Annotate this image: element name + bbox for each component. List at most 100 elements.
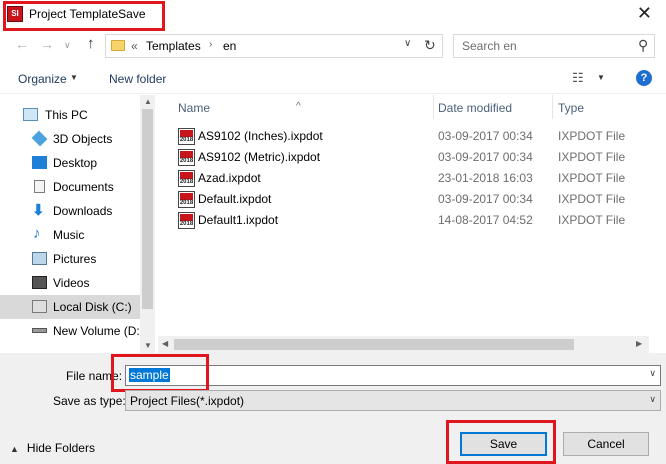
scroll-left-icon[interactable]: ◀ [162,339,168,348]
view-options-icon[interactable]: ☷ [572,70,584,86]
chevron-down-icon[interactable]: ∨ [649,394,656,405]
file-date: 03-09-2017 00:34 [438,129,533,143]
sidebar-item-label: Videos [53,276,90,290]
file-type: IXPDOT File [558,192,626,206]
desktop-icon [32,156,47,169]
back-arrow-icon[interactable]: ← [15,36,29,52]
column-header-label: Name [178,101,211,115]
navigation-pane: This PC 3D Objects Desktop Documents ⬇ D… [0,95,155,353]
address-row: ← → ∨ ↑ « Templates › en ∨ ↻ Search en ⚲ [0,32,666,60]
column-header-label: Date modified [438,101,513,115]
cancel-button[interactable]: Cancel [563,432,649,456]
file-list-vertical-scrollbar[interactable] [649,95,666,353]
sidebar-item-this-pc[interactable]: This PC [0,103,140,127]
file-name: AS9102 (Inches).ixpdot [198,129,323,143]
file-type: IXPDOT File [558,171,626,185]
folder-icon [111,40,125,51]
sidebar-item-downloads[interactable]: ⬇ Downloads [0,199,140,223]
sidebar-item-local-disk[interactable]: Local Disk (C:) [0,295,140,319]
sidebar-item-new-volume[interactable]: New Volume (D: [0,319,140,343]
sidebar-item-3d-objects[interactable]: 3D Objects [0,127,140,151]
refresh-icon[interactable]: ↻ [424,37,436,54]
column-header-type[interactable]: Type [553,95,648,119]
scroll-right-icon[interactable]: ▶ [636,339,642,348]
sidebar-item-videos[interactable]: Videos [0,271,140,295]
ixpdot-file-icon [178,149,195,166]
save-as-type-value: Project Files(*.ixpdot) [130,394,245,408]
view-dropdown-icon[interactable]: ▼ [597,73,605,82]
breadcrumb-separator-icon[interactable]: › [209,39,212,50]
title-bar: SI Project TemplateSave ✕ [0,0,666,31]
drive-icon [32,328,47,333]
hide-folders-toggle[interactable]: ▲ Hide Folders [10,441,95,455]
file-row[interactable]: Default1.ixpdot 14-08-2017 04:52 IXPDOT … [158,210,648,231]
hide-folders-label: Hide Folders [26,441,95,455]
file-date: 14-08-2017 04:52 [438,213,533,227]
save-highlight-box [446,420,556,464]
organize-dropdown-icon[interactable]: ▼ [70,73,78,82]
close-icon[interactable]: ✕ [637,3,652,24]
column-header-label: Type [558,101,585,115]
drive-icon [32,300,47,313]
file-name: AS9102 (Metric).ixpdot [198,150,321,164]
address-dropdown-icon[interactable]: ∨ [404,38,411,49]
sidebar-item-label: Local Disk (C:) [53,300,132,314]
sidebar-item-label: This PC [45,108,88,122]
scrollbar-thumb[interactable] [142,109,153,309]
sidebar-item-label: Music [53,228,85,242]
save-form: File name: sample ∨ Save as type: Projec… [0,353,666,464]
file-name: Default.ixpdot [198,192,272,206]
save-as-type-select[interactable]: Project Files(*.ixpdot) ∨ [125,390,661,411]
file-row[interactable]: AS9102 (Inches).ixpdot 03-09-2017 00:34 … [158,126,648,147]
file-list-horizontal-scrollbar[interactable]: ◀ ▶ [158,336,649,353]
file-date: 23-01-2018 16:03 [438,171,533,185]
scrollbar-thumb[interactable] [174,339,574,350]
sidebar-item-label: New Volume (D: [53,324,140,338]
file-date: 03-09-2017 00:34 [438,150,533,164]
ixpdot-file-icon [178,191,195,208]
chevron-down-icon[interactable]: ∨ [649,368,656,379]
search-placeholder: Search en [462,39,517,53]
file-row[interactable]: Azad.ixpdot 23-01-2018 16:03 IXPDOT File [158,168,648,189]
cube-icon [31,130,48,147]
computer-icon [23,108,38,121]
music-icon: ♪ [33,225,41,242]
sidebar-item-documents[interactable]: Documents [0,175,140,199]
sidebar-item-label: 3D Objects [53,132,113,146]
sidebar-item-pictures[interactable]: Pictures [0,247,140,271]
picture-icon [32,252,47,265]
forward-arrow-icon[interactable]: → [40,36,54,52]
save-dialog: SI Project TemplateSave ✕ ← → ∨ ↑ « Temp… [0,0,666,464]
file-date: 03-09-2017 00:34 [438,192,533,206]
column-header-date[interactable]: Date modified [434,95,552,119]
sidebar-item-label: Documents [53,180,114,194]
file-name-highlight-box [111,354,209,392]
up-arrow-icon[interactable]: ↑ [87,35,95,52]
scroll-up-icon[interactable]: ▲ [144,97,152,106]
recent-locations-icon[interactable]: ∨ [64,40,71,51]
file-name: Default1.ixpdot [198,213,279,227]
file-row[interactable]: AS9102 (Metric).ixpdot 03-09-2017 00:34 … [158,147,648,168]
overflow-chevron-icon[interactable]: « [131,39,138,53]
document-icon [34,180,45,193]
breadcrumb-templates[interactable]: Templates [146,39,201,53]
sidebar-item-label: Pictures [53,252,97,266]
column-header-name[interactable]: ^ Name [158,95,433,119]
sidebar-item-desktop[interactable]: Desktop [0,151,140,175]
breadcrumb-en[interactable]: en [223,39,236,53]
address-bar[interactable]: « Templates › en ∨ ↻ [105,34,443,58]
file-row[interactable]: Default.ixpdot 03-09-2017 00:34 IXPDOT F… [158,189,648,210]
sidebar-item-music[interactable]: ♪ Music [0,223,140,247]
nav-scrollbar[interactable]: ▲ ▼ [140,95,155,353]
chevron-up-icon: ▲ [10,444,19,454]
search-input[interactable]: Search en ⚲ [453,34,655,58]
file-type: IXPDOT File [558,213,626,227]
file-list: ^ Name Date modified Type AS9102 (Inches… [158,95,666,353]
sort-ascending-icon: ^ [296,101,301,112]
search-icon[interactable]: ⚲ [638,37,648,54]
scroll-down-icon[interactable]: ▼ [144,341,152,350]
file-name: Azad.ixpdot [198,171,261,185]
help-icon[interactable]: ? [636,70,652,86]
organize-button[interactable]: Organize [18,72,67,86]
new-folder-button[interactable]: New folder [109,72,166,86]
